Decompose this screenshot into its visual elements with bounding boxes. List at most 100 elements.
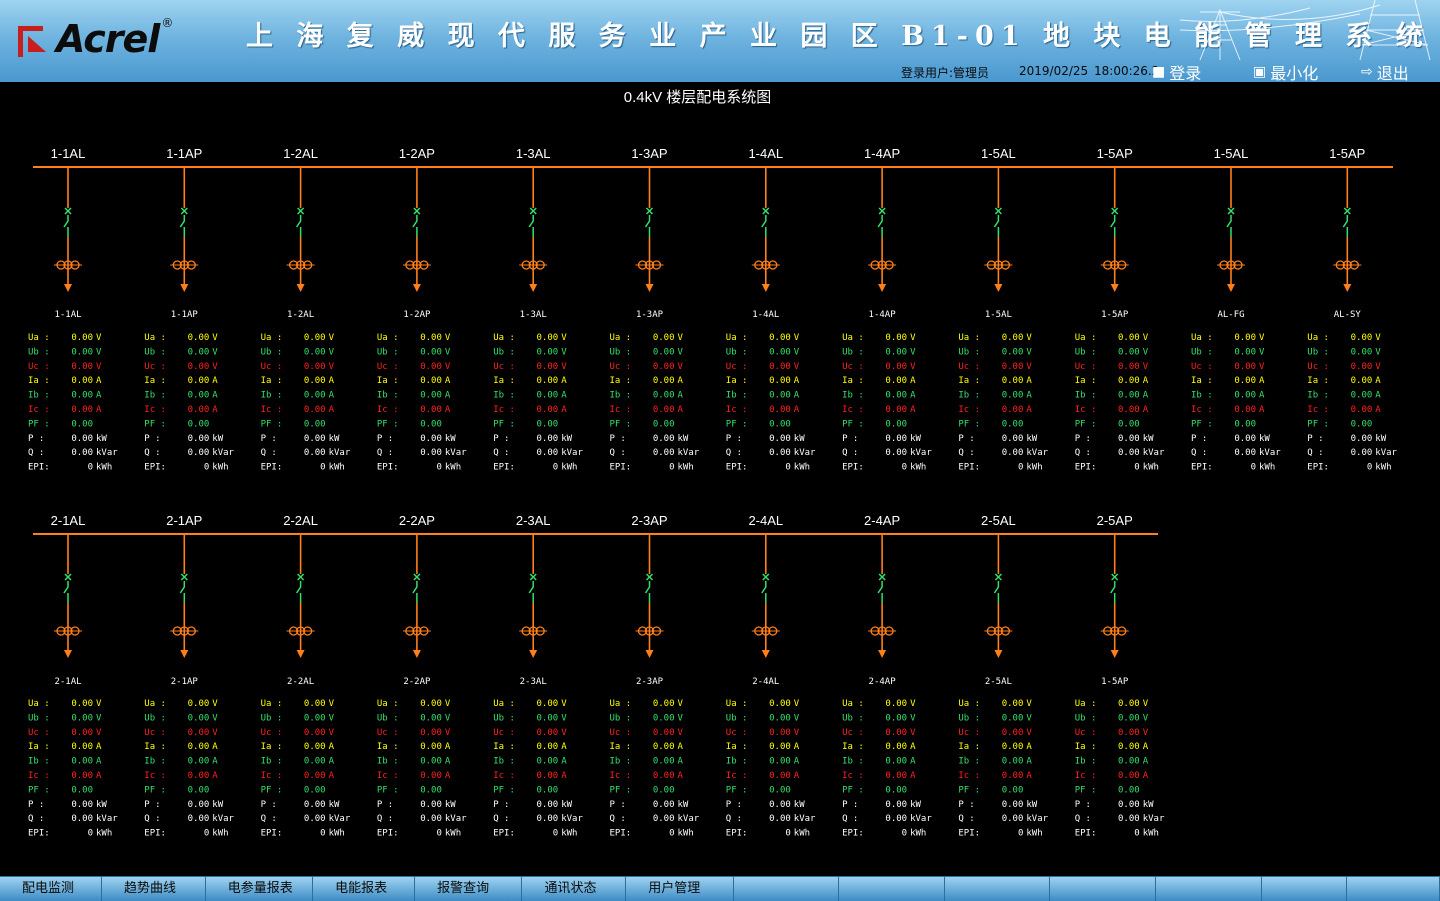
switch-blade (179, 581, 186, 603)
measure-unit: A (329, 376, 335, 386)
footer-tab-empty[interactable] (734, 877, 840, 901)
feeder-top-label: 2-3AP (631, 513, 667, 528)
feeder-top-label: 1-1AL (51, 146, 86, 161)
footer-tab-1[interactable]: 趋势曲线 (102, 877, 206, 901)
measure-label: Ic : (958, 771, 980, 781)
measure-unit: kVar (1375, 448, 1397, 458)
measure-label: PF : (28, 785, 50, 795)
feeder-top-label: 2-5AP (1097, 513, 1133, 528)
measure-value: 0.00 (420, 742, 442, 752)
measure-label: PF : (261, 419, 283, 429)
measure-value: 0.00 (420, 713, 442, 723)
measure-unit: kW (445, 434, 456, 444)
measure-unit: kW (1026, 434, 1037, 444)
measure-value: 0.00 (537, 757, 559, 767)
feeder-bottom-label: 1-3AP (636, 310, 664, 320)
load-arrow (180, 284, 189, 292)
footer-tab-3[interactable]: 电能报表 (313, 877, 416, 901)
measure-unit: V (329, 699, 335, 709)
measure-value: 0.00 (653, 757, 675, 767)
measure-value: 0.00 (885, 405, 907, 415)
measure-value: 0.00 (1234, 333, 1256, 343)
measure-unit: A (96, 742, 102, 752)
measure-unit: V (329, 728, 335, 738)
footer-tab-0[interactable]: 配电监测 (0, 877, 102, 901)
footer-tab-4[interactable]: 报警查询 (415, 877, 523, 901)
measure-value: 0.00 (420, 405, 442, 415)
measure-unit: kVar (1143, 814, 1165, 824)
footer-tab-empty[interactable] (1262, 877, 1348, 901)
measure-label: Ic : (377, 405, 399, 415)
measure-unit: A (678, 771, 684, 781)
measure-label: Ib : (1191, 391, 1213, 401)
breaker-x-mark (1111, 573, 1119, 581)
measure-unit: A (96, 771, 102, 781)
measure-value: 0.00 (1002, 713, 1024, 723)
measure-value: 0 (553, 463, 558, 473)
measure-label: Uc : (493, 362, 515, 372)
measure-unit: A (96, 391, 102, 401)
measure-unit: A (1026, 391, 1032, 401)
footer-tab-empty[interactable] (1156, 877, 1262, 901)
measure-label: Ua : (144, 699, 166, 709)
measure-unit: kVar (1026, 448, 1048, 458)
measure-unit: A (794, 391, 800, 401)
measure-label: PF : (28, 419, 50, 429)
feeder-top-label: 1-4AP (864, 146, 900, 161)
measure-label: P : (261, 800, 277, 810)
measure-unit: V (1026, 347, 1032, 357)
footer-tab-empty[interactable] (1050, 877, 1156, 901)
measure-label: Ua : (144, 333, 166, 343)
footer-tab-empty[interactable] (1347, 877, 1440, 901)
measure-value: 0.00 (885, 391, 907, 401)
measure-unit: kWh (794, 829, 810, 839)
measure-value: 0.00 (885, 448, 907, 458)
footer-tab-2[interactable]: 电参量报表 (206, 877, 314, 901)
footer-tab-empty[interactable] (839, 877, 945, 901)
measure-value: 0.00 (304, 771, 326, 781)
measure-label: Ub : (1307, 347, 1329, 357)
measure-label: Ua : (377, 333, 399, 343)
measure-value: 0.00 (769, 728, 791, 738)
measure-unit: V (910, 713, 916, 723)
measure-label: Ua : (493, 699, 515, 709)
measure-unit: A (445, 376, 451, 386)
measure-value: 0.00 (769, 713, 791, 723)
feeder-top-label: 2-2AL (283, 513, 318, 528)
measure-value: 0.00 (420, 728, 442, 738)
measure-unit: A (1026, 376, 1032, 386)
measure-label: Ic : (842, 771, 864, 781)
measure-unit: V (329, 362, 335, 372)
measure-value: 0.00 (653, 391, 675, 401)
measure-value: 0 (785, 463, 790, 473)
measure-label: Ib : (261, 757, 283, 767)
measure-unit: kVar (678, 814, 700, 824)
measure-unit: kWh (794, 463, 810, 473)
footer-tab-5[interactable]: 通讯状态 (522, 877, 627, 901)
footer-tab-empty[interactable] (945, 877, 1051, 901)
measure-value: 0.00 (537, 713, 559, 723)
measure-unit: V (678, 728, 684, 738)
measure-value: 0.00 (71, 771, 93, 781)
measure-unit: V (910, 728, 916, 738)
measure-label: EPI: (1075, 829, 1097, 839)
measure-value: 0.00 (304, 391, 326, 401)
switch-blade (761, 215, 767, 237)
measure-value: 0.00 (537, 405, 559, 415)
measure-unit: kVar (445, 448, 467, 458)
measure-unit: V (561, 333, 567, 343)
measure-value: 0.00 (885, 434, 907, 444)
measure-unit: A (561, 391, 567, 401)
measure-label: P : (610, 434, 626, 444)
measure-unit: A (678, 391, 684, 401)
measure-unit: A (561, 771, 567, 781)
breaker-x-mark (413, 207, 421, 215)
footer-tab-6[interactable]: 用户管理 (626, 877, 734, 901)
measure-label: P : (377, 434, 393, 444)
measure-unit: V (561, 713, 567, 723)
measure-label: Ib : (28, 391, 50, 401)
measure-label: Uc : (958, 362, 980, 372)
measure-value: 0.00 (188, 391, 210, 401)
measure-label: Q : (958, 814, 974, 824)
measure-label: Ub : (144, 347, 166, 357)
